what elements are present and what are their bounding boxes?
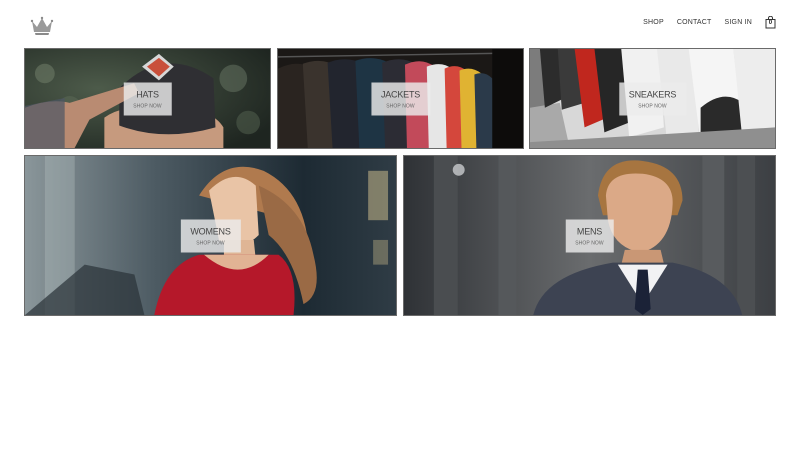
category-tile-sneakers[interactable]: SNEAKERS SHOP NOW <box>529 48 776 149</box>
hats-label: HATS SHOP NOW <box>123 82 172 115</box>
nav-contact-link[interactable]: CONTACT <box>677 19 712 26</box>
sneakers-label: SNEAKERS SHOP NOW <box>618 82 687 115</box>
jackets-label: JACKETS SHOP NOW <box>370 82 431 115</box>
hats-shop-now[interactable]: SHOP NOW <box>133 103 162 109</box>
sneakers-shop-now[interactable]: SHOP NOW <box>629 103 676 109</box>
mens-shop-now[interactable]: SHOP NOW <box>575 240 604 246</box>
category-tile-mens[interactable]: MENS SHOP NOW <box>403 155 776 316</box>
cart-count: 0 <box>768 20 773 26</box>
womens-shop-now[interactable]: SHOP NOW <box>190 240 230 246</box>
category-tile-womens[interactable]: WOMENS SHOP NOW <box>24 155 397 316</box>
mens-title: MENS <box>576 226 603 236</box>
shopping-bag-icon[interactable]: 0 <box>765 15 776 29</box>
mens-label: MENS SHOP NOW <box>565 219 614 252</box>
womens-label: WOMENS SHOP NOW <box>180 219 241 252</box>
jackets-shop-now[interactable]: SHOP NOW <box>381 103 420 109</box>
category-tile-hats[interactable]: HATS SHOP NOW <box>24 48 271 149</box>
nav-sign-in-link[interactable]: SIGN IN <box>725 19 752 26</box>
hats-title: HATS <box>136 89 159 99</box>
nav-shop-link[interactable]: SHOP <box>643 19 664 26</box>
crown-logo-icon[interactable] <box>30 15 54 37</box>
sneakers-title: SNEAKERS <box>628 89 677 99</box>
category-tile-jackets[interactable]: JACKETS SHOP NOW <box>277 48 524 149</box>
womens-title: WOMENS <box>190 226 231 236</box>
main-nav: SHOP CONTACT SIGN IN 0 <box>643 15 776 29</box>
site-header: SHOP CONTACT SIGN IN 0 <box>0 0 800 46</box>
jackets-title: JACKETS <box>380 89 421 99</box>
